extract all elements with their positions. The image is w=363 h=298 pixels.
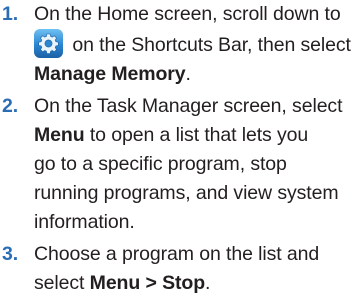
step-1: 1. On the Home screen, scroll down to on…: [0, 0, 363, 88]
step-3-line-2-tail: .: [205, 272, 211, 295]
gear-icon: [34, 28, 63, 58]
step-2-line-4: running programs, and view system: [34, 181, 339, 204]
instruction-steps: 1. On the Home screen, scroll down to on…: [0, 0, 363, 298]
step-1-line-2: on the Shortcuts Bar, then select: [34, 28, 363, 60]
step-2-line-1: On the Task Manager screen, select: [34, 95, 343, 118]
step-number: 1.: [2, 3, 19, 25]
step-1-line-1: On the Home screen, scroll down to: [34, 3, 341, 25]
step-3-line-1: Choose a program on the list and: [34, 243, 320, 266]
step-2-line-3: go to a specific program, stop: [34, 152, 287, 175]
manage-memory-label: Manage Memory: [34, 62, 186, 85]
step-2-line-5: information.: [34, 210, 135, 233]
step-3-line-2-head: select: [34, 272, 90, 295]
step-3-line-2: select Menu > Stop.: [34, 269, 363, 298]
menu-stop-label: Menu > Stop: [89, 272, 206, 295]
step-3: 3. Choose a program on the list and sele…: [0, 240, 363, 298]
step-number: 3.: [2, 243, 19, 266]
step-1-line-2-text: on the Shortcuts Bar, then select: [67, 33, 351, 56]
step-2: 2. On the Task Manager screen, select Me…: [0, 92, 363, 236]
step-2-line-2-tail: to open a list that lets you: [84, 124, 309, 147]
step-1-line-3: Manage Memory.: [34, 60, 363, 89]
step-1-line-3-tail: .: [185, 62, 191, 85]
step-2-line-2: Menu to open a list that lets you: [34, 121, 363, 150]
step-number: 2.: [2, 95, 19, 118]
menu-label: Menu: [34, 124, 85, 147]
